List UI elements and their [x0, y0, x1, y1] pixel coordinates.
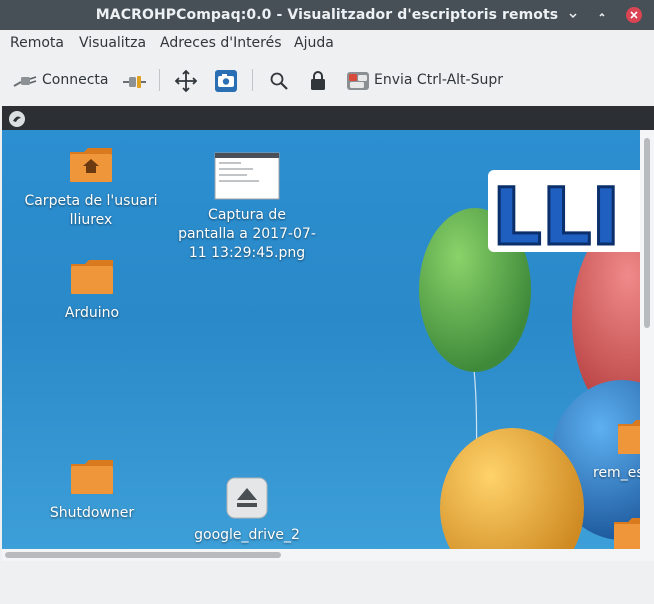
vertical-scroll-thumb[interactable]: [644, 138, 650, 328]
desktop-icon-shutdowner[interactable]: Shutdowner: [42, 456, 142, 523]
window-title: MACROHPCompaq:0.0 - Visualitzador d'escr…: [95, 7, 559, 23]
desktop-icon-rem-es[interactable]: rem_es: [587, 416, 640, 483]
send-keys-icon[interactable]: [346, 68, 370, 94]
lliurex-logo: LLI: [488, 170, 640, 256]
minimize-icon[interactable]: [565, 7, 581, 23]
eject-icon: [226, 477, 268, 519]
home-folder-icon: [70, 148, 112, 182]
send-ctrl-alt-del-button[interactable]: Envia Ctrl-Alt-Supr: [374, 72, 503, 88]
desktop-icon-arduino[interactable]: Arduino: [42, 256, 142, 323]
desktop-icon-label: Arduino: [64, 305, 120, 321]
remote-desktop[interactable]: LLI Carpeta de l'usuari lliurex Captura …: [2, 130, 640, 549]
disconnect-plug-icon[interactable]: [121, 68, 147, 94]
desktop-icon-screenshot[interactable]: Captura de pantalla a 2017-07- 11 13:29:…: [172, 152, 322, 263]
horizontal-scrollbar[interactable]: [2, 549, 654, 561]
connect-plug-icon[interactable]: [12, 68, 38, 94]
folder-icon: [618, 420, 640, 454]
desktop-icon-label: Carpeta de l'usuari lliurex: [24, 193, 158, 228]
toolbar-separator: [252, 69, 253, 91]
close-icon[interactable]: [626, 7, 642, 23]
title-bar[interactable]: MACROHPCompaq:0.0 - Visualitzador d'escr…: [0, 0, 654, 30]
menu-adreces[interactable]: Adreces d'Interés: [160, 35, 282, 51]
lock-icon[interactable]: [305, 68, 331, 94]
menu-visualitza[interactable]: Visualitza: [79, 35, 146, 51]
folder-icon: [614, 518, 640, 549]
remote-panel: [2, 106, 654, 130]
desktop-icon-home[interactable]: Carpeta de l'usuari lliurex: [18, 144, 164, 230]
move-arrows-icon[interactable]: [173, 68, 199, 94]
desktop-icon-google-drive[interactable]: google_drive_2: [182, 476, 312, 545]
desktop-icon-label: rem_es: [593, 465, 640, 481]
folder-icon: [71, 260, 113, 294]
remote-display[interactable]: LLI Carpeta de l'usuari lliurex Captura …: [2, 106, 654, 549]
menu-remota[interactable]: Remota: [10, 35, 64, 51]
status-bar: [0, 561, 654, 604]
menu-bar: Remota Visualitza Adreces d'Interés Ajud…: [0, 30, 654, 58]
zoom-search-icon[interactable]: [266, 68, 292, 94]
screenshot-camera-icon[interactable]: [213, 68, 239, 94]
connect-button[interactable]: Connecta: [42, 72, 108, 88]
horizontal-scroll-thumb[interactable]: [5, 552, 281, 558]
desktop-icon-label: Captura de pantalla a 2017-07- 11 13:29:…: [178, 207, 316, 261]
desktop-icon-label: google_drive_2: [194, 527, 300, 543]
remote-viewer-window: MACROHPCompaq:0.0 - Visualitzador d'escr…: [0, 0, 654, 604]
screenshot-thumbnail: [214, 152, 280, 200]
toolbar-separator: [159, 69, 160, 91]
maximize-icon[interactable]: [594, 7, 610, 23]
menu-ajuda[interactable]: Ajuda: [294, 35, 334, 51]
folder-icon: [71, 460, 113, 494]
desktop-icon-label: Shutdowner: [49, 505, 135, 521]
vertical-scrollbar[interactable]: [640, 130, 654, 549]
toolbar: Connecta Envia Ctrl-Alt-Supr: [0, 58, 654, 104]
menu-logo-icon[interactable]: [8, 110, 26, 128]
logo-text: LLI: [492, 173, 620, 256]
